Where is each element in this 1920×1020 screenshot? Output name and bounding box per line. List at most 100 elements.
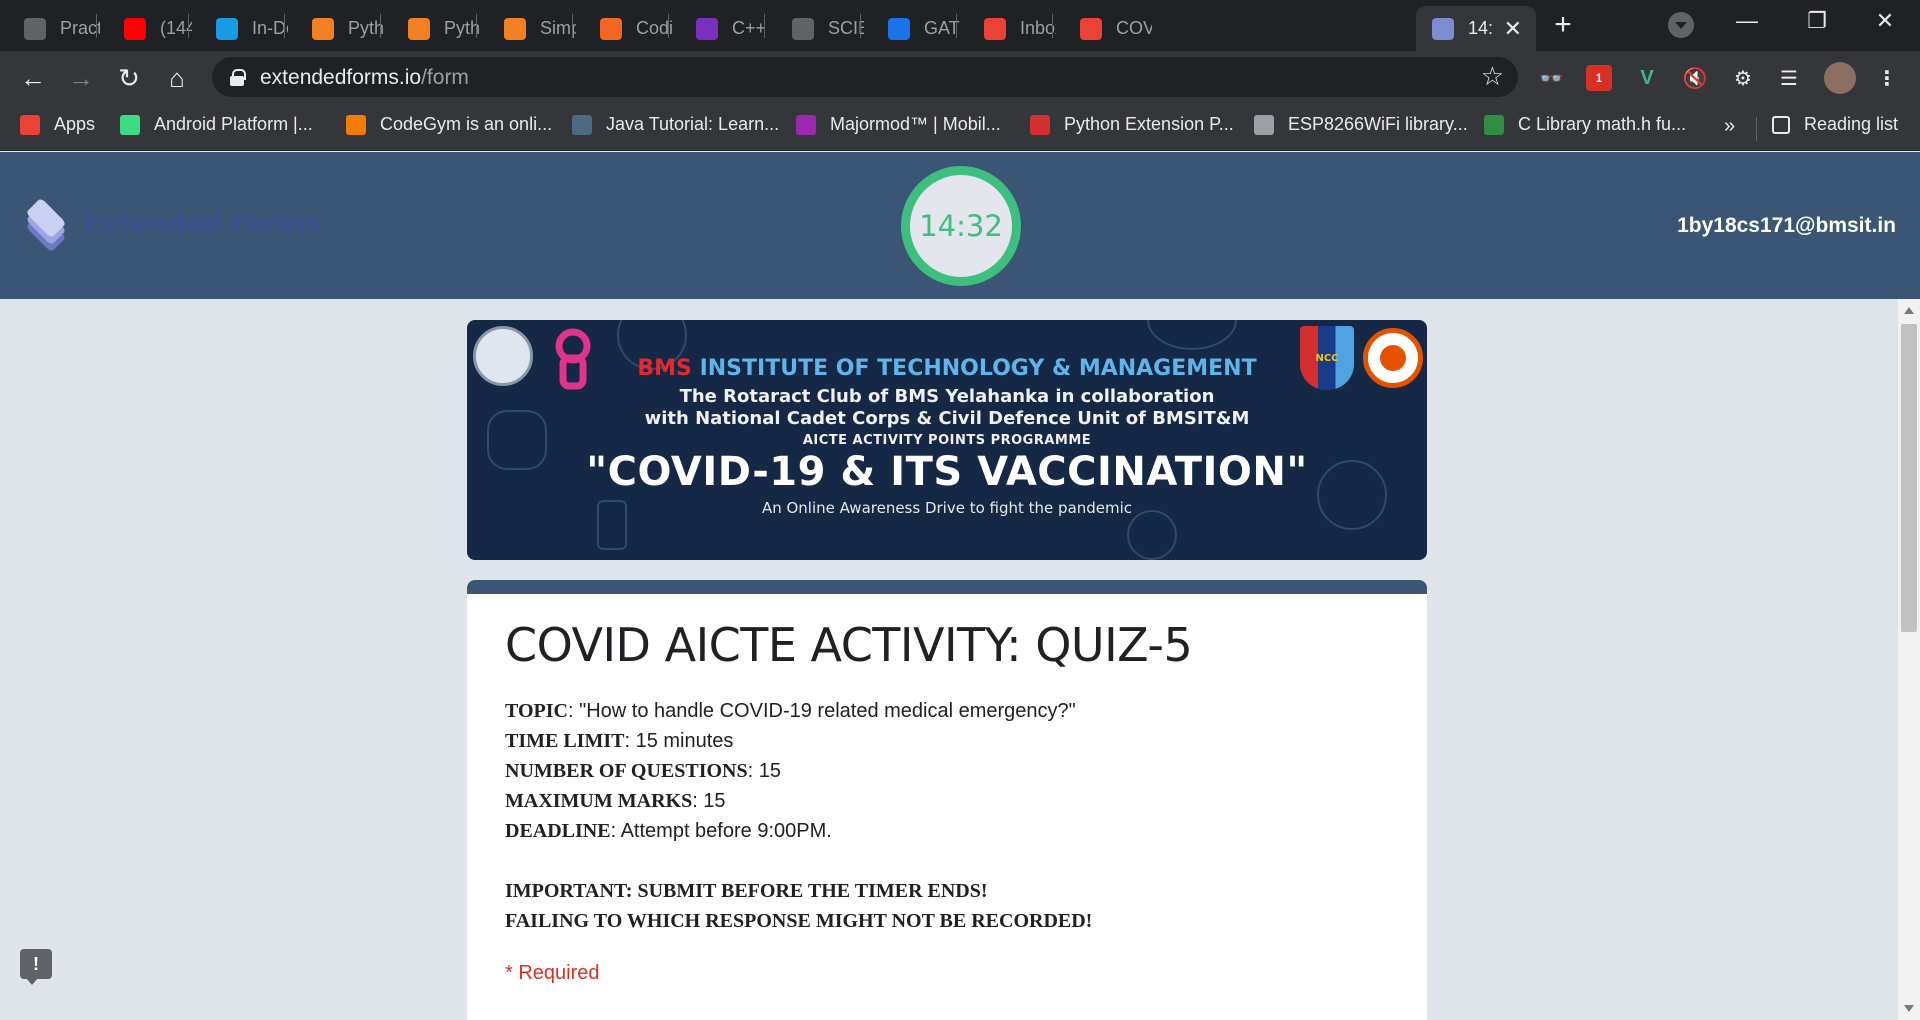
tab-search-button[interactable]	[1668, 12, 1694, 38]
timer-value: 14:32	[919, 209, 1003, 243]
tab-strip: Practice(1444) Y In-Depth Python Python Simp…	[0, 0, 1920, 51]
tab-separator	[668, 14, 669, 38]
bookmarks-overflow-button[interactable]: »	[1724, 115, 1735, 138]
bookmark-label: C Library math.h fu...	[1518, 114, 1687, 134]
tab-separator	[860, 14, 861, 38]
url-text[interactable]: extendedforms.io/form	[260, 66, 469, 90]
close-tab-icon[interactable]: ✕	[1504, 16, 1522, 42]
browser-tab[interactable]: COVID	[1056, 6, 1152, 51]
reload-button[interactable]: ↻	[112, 61, 146, 95]
extensions-puzzle-icon[interactable]: ⚙	[1730, 65, 1756, 91]
gmail-icon	[1080, 17, 1102, 40]
bookmark-item[interactable]: Android Platform |...	[120, 114, 313, 135]
bookmark-star-icon[interactable]: ☆	[1481, 61, 1504, 92]
user-email: 1by18cs171@bmsit.in	[1677, 214, 1896, 237]
banner-programme-line: AICTE ACTIVITY POINTS PROGRAMME	[802, 433, 1092, 448]
majormod-icon	[796, 114, 816, 135]
marks-value: : 15	[692, 790, 726, 812]
marks-key: MAXIMUM MARKS	[505, 790, 693, 812]
browser-tab[interactable]: Simple	[480, 6, 576, 51]
tab-title: GATE &	[924, 18, 960, 38]
browser-toolbar: ← → ↻ ⌂ extendedforms.io/form ☆ 👓 1 V 🔇 …	[0, 51, 1920, 105]
bookmark-item[interactable]: Java Tutorial: Learn...	[572, 114, 779, 135]
apps-grid-icon	[20, 114, 40, 135]
bookmark-label: ESP8266WiFi library...	[1288, 114, 1468, 134]
browser-tab[interactable]: Inbox (	[960, 6, 1056, 51]
media-queue-icon[interactable]: ☰	[1776, 65, 1802, 91]
url-path: /form	[421, 66, 469, 89]
important-value: : SUBMIT BEFORE THE TIMER ENDS!	[625, 880, 988, 902]
browser-tab[interactable]: Python	[288, 6, 384, 51]
tab-title: In-Depth	[252, 18, 288, 38]
bookmark-item[interactable]: C Library math.h fu...	[1484, 114, 1686, 135]
tab-title: COVID	[1116, 18, 1152, 38]
deadline-line: DEADLINE: Attempt before 9:00PM.	[505, 816, 1092, 846]
deadline-key: DEADLINE	[505, 820, 611, 842]
browser-tab[interactable]: 14: ✕	[1416, 6, 1536, 51]
tab-title: Simple	[540, 18, 576, 38]
bookmark-item[interactable]: CodeGym is an onli...	[346, 114, 552, 135]
bookmark-label: Python Extension P...	[1064, 114, 1234, 134]
browser-tab[interactable]: SCIENTIFIC	[768, 6, 864, 51]
bookmark-label: Java Tutorial: Learn...	[606, 114, 780, 134]
scroll-up-arrow-icon[interactable]	[1904, 307, 1914, 314]
address-bar[interactable]: extendedforms.io/form ☆	[212, 57, 1518, 97]
bookmark-label: Android Platform |...	[154, 114, 313, 134]
banner-collab-line-2: with National Cadet Corps & Civil Defenc…	[644, 408, 1250, 429]
menu-kebab-icon[interactable]: ⋮	[1874, 65, 1900, 91]
minimize-button[interactable]: —	[1712, 0, 1782, 44]
important-line: IMPORTANT: SUBMIT BEFORE THE TIMER ENDS!	[505, 876, 1092, 906]
k-icon	[216, 17, 238, 40]
home-button[interactable]: ⌂	[160, 61, 194, 95]
scroll-down-arrow-icon[interactable]	[1904, 1005, 1914, 1012]
marks-line: MAXIMUM MARKS: 15	[505, 786, 1092, 816]
bookmark-item[interactable]: Apps	[20, 114, 95, 135]
page-scrollbar[interactable]	[1898, 299, 1920, 1020]
muted-speaker-icon[interactable]: 🔇	[1682, 65, 1708, 91]
geeks-icon	[1484, 114, 1504, 135]
python-ext-icon	[1030, 114, 1050, 135]
card-accent-bar	[467, 580, 1427, 594]
close-window-button[interactable]: ✕	[1850, 0, 1920, 44]
deadline-value: : Attempt before 9:00PM.	[610, 820, 832, 842]
tab-separator	[572, 14, 573, 38]
restore-button[interactable]: ❐	[1782, 0, 1852, 44]
reading-list-button[interactable]: Reading list	[1772, 114, 1898, 135]
form-description: TOPIC: "How to handle COVID-19 related m…	[505, 696, 1092, 936]
extension-glasses-icon[interactable]: 👓	[1538, 65, 1564, 91]
topic-key: TOPIC	[505, 700, 568, 722]
banner-institute-line: BMS INSTITUTE OF TECHNOLOGY & MANAGEMENT	[467, 356, 1427, 381]
time-limit-line: TIME LIMIT: 15 minutes	[505, 726, 1092, 756]
forward-button[interactable]: →	[64, 61, 98, 95]
back-button[interactable]: ←	[16, 61, 50, 95]
bookmark-item[interactable]: Majormod™ | Mobil...	[796, 114, 1001, 135]
extension-calendar-icon[interactable]: 1	[1586, 65, 1612, 91]
browser-tab[interactable]: In-Depth	[192, 6, 288, 51]
java-icon	[572, 114, 592, 135]
f-icon	[696, 17, 718, 40]
topic-value: : "How to handle COVID-19 related medica…	[567, 700, 1076, 722]
browser-tab[interactable]: Practice	[0, 6, 100, 51]
tab-separator	[764, 14, 765, 38]
banner-bms: BMS	[637, 356, 692, 381]
scroll-thumb[interactable]	[1901, 324, 1917, 632]
feedback-icon[interactable]: !	[20, 949, 52, 985]
extendedforms-icon	[1432, 17, 1454, 40]
profile-avatar[interactable]	[1824, 62, 1856, 94]
new-tab-button[interactable]: +	[1545, 10, 1581, 42]
tab-title: Python	[348, 18, 384, 38]
required-note: * Required	[505, 962, 600, 984]
browser-tab[interactable]: GATE &	[864, 6, 960, 51]
extension-vue-icon[interactable]: V	[1634, 65, 1660, 91]
browser-tab[interactable]: Coding	[576, 6, 672, 51]
gate-icon	[888, 17, 910, 40]
bookmark-label: CodeGym is an onli...	[380, 114, 553, 134]
brand[interactable]: Extended Forms	[24, 197, 321, 253]
browser-tab[interactable]: Python	[384, 6, 480, 51]
browser-tab[interactable]: C++ STL	[672, 6, 768, 51]
browser-tab[interactable]: (1444) Y	[100, 6, 192, 51]
banner-tagline: An Online Awareness Drive to fight the p…	[761, 499, 1133, 517]
lock-icon[interactable]	[230, 69, 246, 86]
bookmark-item[interactable]: ESP8266WiFi library...	[1254, 114, 1468, 135]
bookmark-item[interactable]: Python Extension P...	[1030, 114, 1234, 135]
